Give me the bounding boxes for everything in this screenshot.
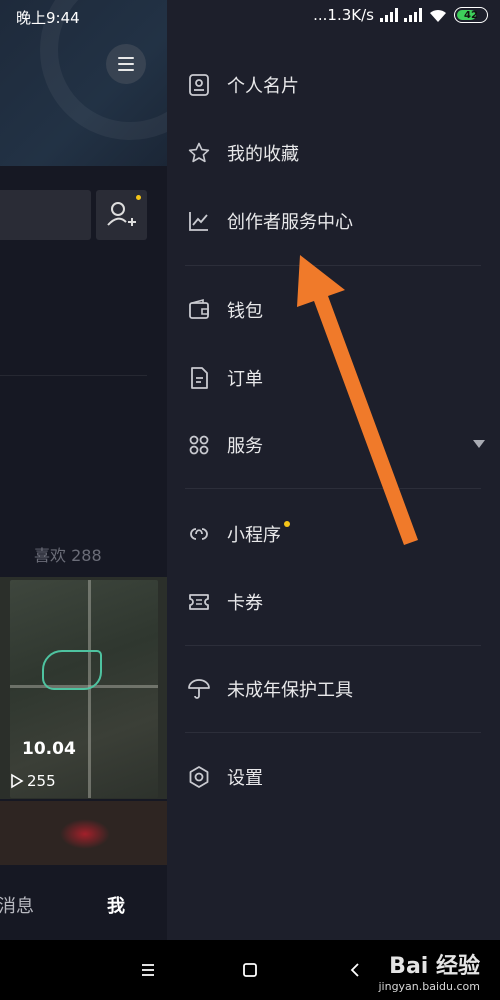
drawer-item-settings[interactable]: 设置 <box>187 755 487 799</box>
video-thumbnail-2[interactable] <box>0 801 167 865</box>
mini-program-icon <box>187 522 211 546</box>
profile-page-background: 喜欢 288 10.04 255 消息 我 <box>0 0 167 940</box>
drawer-item-label: 设置 <box>227 768 263 789</box>
ticket-icon <box>187 590 211 614</box>
bottom-tab-bar: 消息 我 <box>0 866 167 940</box>
watermark-logo: Bai 经验 <box>389 954 480 979</box>
divider <box>0 375 147 376</box>
drawer-item-label: 小程序 <box>227 521 290 547</box>
chevron-down-icon[interactable] <box>473 440 485 448</box>
drawer-item-creator-center[interactable]: 创作者服务中心 <box>187 199 487 243</box>
tab-messages[interactable]: 消息 <box>0 892 34 918</box>
umbrella-icon <box>187 677 211 701</box>
status-right: ...1.3K/s 42 <box>313 6 488 24</box>
drawer-item-label: 服务 <box>227 436 263 457</box>
video-thumbnail[interactable]: 10.04 255 <box>0 577 167 799</box>
chart-line-icon <box>187 209 211 233</box>
home-button[interactable] <box>238 958 262 982</box>
chevron-left-icon <box>350 963 359 977</box>
run-map-image <box>10 580 158 798</box>
system-nav-bar: Bai 经验 jingyan.baidu.com <box>0 940 500 1000</box>
baidu-jingyan-watermark: Bai 经验 jingyan.baidu.com <box>378 948 480 993</box>
drawer-item-minor-protection[interactable]: 未成年保护工具 <box>187 667 487 711</box>
hamburger-icon <box>118 57 134 59</box>
play-icon <box>11 773 24 789</box>
drawer-item-profile-card[interactable]: 个人名片 <box>187 63 487 107</box>
menu-button[interactable] <box>106 44 146 84</box>
drawer-item-label: 未成年保护工具 <box>227 680 353 701</box>
wallet-icon <box>187 298 211 322</box>
gear-icon <box>187 765 211 789</box>
wifi-icon <box>430 9 446 22</box>
drawer-item-label: 订单 <box>227 369 263 390</box>
signal-icon <box>380 8 398 22</box>
network-speed: ...1.3K/s <box>313 6 374 24</box>
drawer-item-label: 卡券 <box>227 593 263 614</box>
battery-icon: 42 <box>454 7 488 23</box>
play-count-value: 255 <box>27 772 56 790</box>
back-button[interactable] <box>343 958 367 982</box>
tab-me[interactable]: 我 <box>107 892 125 918</box>
grid-icon <box>187 433 211 457</box>
drawer-item-label: 创作者服务中心 <box>227 212 353 233</box>
order-icon <box>187 366 211 390</box>
watermark-url: jingyan.baidu.com <box>378 980 480 993</box>
drawer-item-coupons[interactable]: 卡券 <box>187 580 487 624</box>
status-bar: 晚上9:44 ...1.3K/s 42 <box>0 0 500 34</box>
signal-icon-2 <box>404 8 422 22</box>
recents-button[interactable] <box>136 958 160 982</box>
drawer-item-favorites[interactable]: 我的收藏 <box>187 131 487 175</box>
edit-profile-button[interactable] <box>0 190 91 240</box>
drawer-item-label: 我的收藏 <box>227 144 299 165</box>
status-time: 晚上9:44 <box>16 9 80 27</box>
drawer-divider <box>185 645 481 646</box>
drawer-divider <box>185 732 481 733</box>
play-count: 255 <box>10 772 56 790</box>
drawer-item-label: 钱包 <box>227 301 263 322</box>
drawer-item-label: 个人名片 <box>227 76 299 97</box>
star-icon <box>187 141 211 165</box>
likes-tab[interactable]: 喜欢 288 <box>34 542 102 566</box>
profile-card-icon <box>187 73 211 97</box>
menu-lines-icon <box>142 964 154 976</box>
square-icon <box>243 963 257 977</box>
run-distance: 10.04 <box>22 739 76 759</box>
notification-dot <box>136 195 141 200</box>
add-friend-button[interactable] <box>96 190 147 240</box>
battery-level: 42 <box>464 9 478 21</box>
annotation-arrow-icon <box>297 255 418 545</box>
